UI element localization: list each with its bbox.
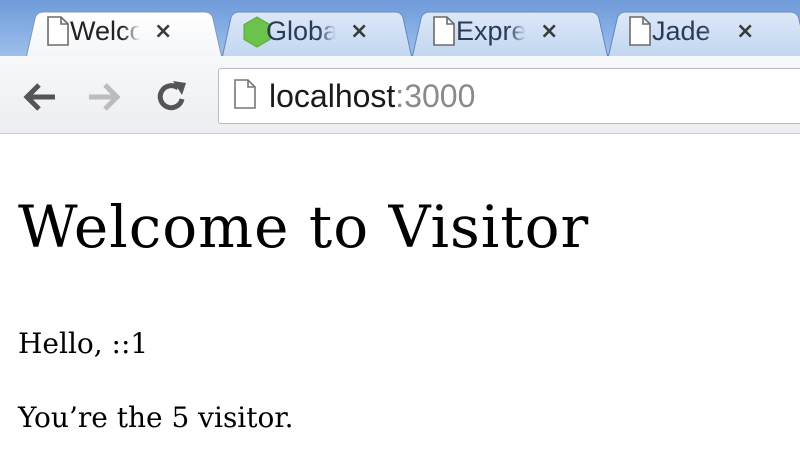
visitor-count-text: You’re the 5 visitor. [18, 401, 294, 434]
address-bar[interactable]: localhost:3000 [218, 68, 800, 124]
tab-title: Jade [652, 15, 711, 46]
document-icon [628, 16, 652, 53]
greeting-text: Hello, ::1 [18, 327, 149, 360]
page-heading: Welcome to Visitor [18, 193, 590, 261]
page-icon [233, 78, 257, 114]
close-icon[interactable]: × [350, 19, 368, 44]
url-port: :3000 [395, 77, 476, 114]
browser-window: Global × Express × Jade × [0, 0, 800, 462]
reload-button[interactable] [150, 76, 192, 118]
url-host: localhost [269, 77, 396, 114]
tab-title: Welcome to Visitor [70, 15, 140, 46]
tab-express[interactable]: Express × [412, 6, 608, 56]
document-icon [46, 16, 70, 53]
arrow-right-icon [89, 83, 121, 111]
document-icon [432, 16, 456, 53]
browser-toolbar: localhost:3000 [0, 56, 800, 134]
tab-global[interactable]: Global × [222, 6, 412, 56]
tab-welcome-to-visitor[interactable]: Welcome to Visitor × [26, 6, 222, 56]
close-icon[interactable]: × [154, 19, 172, 44]
tab-strip: Global × Express × Jade × [0, 0, 800, 56]
tab-jade[interactable]: Jade × [608, 6, 800, 56]
page-content: Welcome to Visitor Hello, ::1 You’re the… [0, 135, 800, 462]
arrow-left-icon [23, 83, 55, 111]
forward-button[interactable] [84, 76, 126, 118]
tab-title: Express [456, 15, 526, 46]
url-text[interactable]: localhost:3000 [269, 78, 475, 115]
tab-title: Global [266, 15, 336, 46]
close-icon[interactable]: × [736, 19, 754, 44]
reload-icon [157, 81, 186, 111]
back-button[interactable] [18, 76, 60, 118]
close-icon[interactable]: × [540, 19, 558, 44]
